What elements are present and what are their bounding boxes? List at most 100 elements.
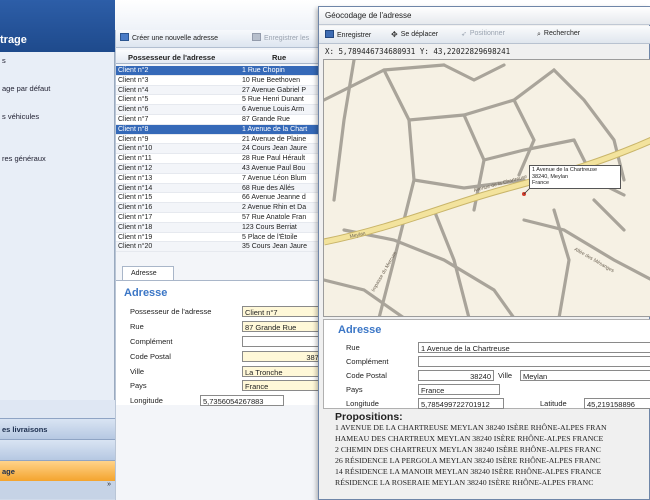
proposition-item[interactable]: 26 RÉSIDENCE LA PERGOLA MEYLAN 38240 ISÈ… <box>335 456 650 467</box>
save-location-button[interactable]: Enregistrer <box>325 30 371 39</box>
owner-cell: Client n°11 <box>118 155 152 163</box>
dialog-country-field[interactable]: France <box>418 384 500 395</box>
street-cell: 35 Cours Jean Jaure <box>242 243 307 251</box>
proposition-item[interactable]: RÉSIDENCE LA ROSERAIE MEYLAN 38240 ISÈRE… <box>335 478 650 489</box>
sidebar-nav-button[interactable]: es livraisons <box>0 418 115 439</box>
owner-field[interactable]: Client n°7 <box>242 306 326 317</box>
street-cell: 7 Avenue Léon Blum <box>242 174 307 182</box>
sidebar-item[interactable]: age par défaut <box>0 84 115 98</box>
table-row[interactable]: Client n°2 1 Rue Chopin <box>116 66 326 76</box>
table-row[interactable]: Client n°6 6 Avenue Louis Arm <box>116 105 326 115</box>
sidebar-nav-button-active[interactable]: age <box>0 460 115 481</box>
propositions-title: Propositions: <box>335 411 403 423</box>
column-header-owner[interactable]: Possesseur de l'adresse <box>128 53 215 62</box>
table-row[interactable]: Client n°9 21 Avenue de Plaine <box>116 134 326 145</box>
sidebar-splitter[interactable] <box>0 400 115 418</box>
owner-cell: Client n°17 <box>118 213 153 221</box>
street-cell: 68 Rue des Allés <box>242 184 295 192</box>
owner-cell: Client n°18 <box>118 223 153 231</box>
proposition-item[interactable]: 1 AVENUE DE LA CHARTREUSE MEYLAN 38240 I… <box>335 423 650 434</box>
table-row[interactable]: Client n°17 57 Rue Anatole Fran <box>116 212 326 223</box>
dialog-complement-field[interactable] <box>418 356 650 367</box>
owner-cell: Client n°7 <box>118 115 149 123</box>
table-row[interactable]: Client n°20 35 Cours Jean Jaure <box>116 242 326 253</box>
map-road-label: Allée des Mésanges <box>573 247 615 275</box>
owner-cell: Client n°14 <box>118 184 153 192</box>
column-header-street[interactable]: Rue <box>272 53 286 62</box>
street-label: Rue <box>130 322 144 331</box>
sidebar-title-text: trage <box>0 34 27 46</box>
coordinates-readout: X: 5,789446734680931 Y: 43,2202282969824… <box>325 47 511 56</box>
search-icon: ⌕ <box>537 31 541 38</box>
table-row[interactable]: Client n°19 5 Place de l'Étoile <box>116 232 326 243</box>
sidebar-list: s age par défaut s véhicules res générau… <box>0 56 115 168</box>
table-row[interactable]: Client n°7 87 Grande Rue <box>116 114 326 125</box>
dialog-postal-field[interactable]: 38240 <box>418 370 494 381</box>
sidebar-expand-icon[interactable]: » <box>0 481 115 499</box>
create-address-button[interactable]: Créer une nouvelle adresse <box>120 33 218 42</box>
owner-label: Possesseur de l'adresse <box>130 307 212 316</box>
tab-adresse[interactable]: Adresse <box>122 266 174 280</box>
table-row[interactable]: Client n°13 7 Avenue Léon Blum <box>116 173 326 184</box>
sidebar-bottom-panel: es livraisons age » <box>0 400 115 500</box>
street-cell: 2 Avenue Rhin et Da <box>242 204 307 212</box>
longitude-field[interactable]: 5,7356054267883 <box>200 395 284 406</box>
position-button[interactable]: ➶ Positionner <box>461 30 505 38</box>
table-row[interactable]: Client n°14 68 Rue des Allés <box>116 184 326 194</box>
sidebar-nav-button[interactable] <box>0 439 115 460</box>
sidebar-item[interactable]: s véhicules <box>0 112 115 126</box>
owner-cell: Client n°10 <box>118 145 153 153</box>
dialog-street-field[interactable]: 1 Avenue de la Chartreuse <box>418 342 650 353</box>
search-button[interactable]: ⌕ Rechercher <box>537 30 580 39</box>
table-row[interactable]: Client n°11 28 Rue Paul Hérault <box>116 154 326 164</box>
table-row[interactable]: Client n°18 123 Cours Berriat <box>116 223 326 233</box>
postal-code-field[interactable]: 3870 <box>242 351 326 362</box>
save-button[interactable]: Enregistrer les <box>252 33 309 42</box>
dialog-title-text: Géocodage de l'adresse <box>325 11 412 20</box>
owner-cell: Client n°2 <box>118 67 149 74</box>
street-cell: 5 Rue Henri Dunant <box>242 96 304 104</box>
dialog-latitude-label: Latitude <box>540 399 567 408</box>
dialog-longitude-field[interactable]: 5,785499722701912 <box>418 398 504 409</box>
owner-cell: Client n°4 <box>118 86 149 94</box>
country-field[interactable]: France <box>242 380 326 391</box>
table-row[interactable]: Client n°5 5 Rue Henri Dunant <box>116 95 326 106</box>
sidebar-item[interactable]: s <box>0 56 115 70</box>
map-road-label: Impasse du Mercure <box>371 250 399 293</box>
table-row[interactable]: Client n°4 27 Avenue Gabriel P <box>116 86 326 96</box>
dialog-latitude-field[interactable]: 45,219158896 <box>584 398 650 409</box>
street-field[interactable]: 87 Grande Rue <box>242 321 326 332</box>
address-panel: Créer une nouvelle adresse Enregistrer l… <box>115 30 326 500</box>
save-label: Enregistrer les <box>264 35 310 42</box>
dialog-city-field[interactable]: Meylan <box>520 370 650 381</box>
street-cell: 1 Avenue de la Chart <box>242 125 308 133</box>
dialog-complement-label: Complément <box>346 357 389 366</box>
address-form: Adresse Possesseur de l'adresse Client n… <box>116 280 326 406</box>
table-row[interactable]: Client n°12 43 Avenue Paul Bou <box>116 164 326 174</box>
table-row[interactable]: Client n°16 2 Avenue Rhin et Da <box>116 203 326 213</box>
sidebar-item[interactable] <box>0 140 115 154</box>
proposition-item[interactable]: HAMEAU DES CHARTREUX MEYLAN 38240 ISÈRE … <box>335 434 650 445</box>
proposition-item[interactable]: 14 RÉSIDENCE LA MANOIR MEYLAN 38240 ISÈR… <box>335 467 650 478</box>
table-row[interactable]: Client n°3 10 Rue Beethoven <box>116 75 326 86</box>
map-view[interactable]: Meylan Avenue de la Chartreuse Impasse d… <box>323 59 650 317</box>
sidebar-item[interactable] <box>0 126 115 140</box>
save-icon <box>252 33 261 41</box>
move-map-label: Se déplacer <box>400 31 439 38</box>
city-field[interactable]: La Tronche <box>242 366 326 377</box>
move-map-button[interactable]: ✥ Se déplacer <box>391 30 439 39</box>
street-cell: 66 Avenue Jeanne d <box>242 194 306 202</box>
sidebar-item[interactable] <box>0 98 115 112</box>
complement-field[interactable] <box>242 336 326 347</box>
dialog-street-label: Rue <box>346 343 360 352</box>
sidebar-item[interactable]: res généraux <box>0 154 115 168</box>
table-row[interactable]: Client n°8 1 Avenue de la Chart <box>116 124 326 135</box>
owner-cell: Client n°15 <box>118 194 153 202</box>
hand-icon: ✥ <box>391 30 398 39</box>
owner-cell: Client n°19 <box>118 233 153 241</box>
owner-cell: Client n°16 <box>118 204 153 212</box>
proposition-item[interactable]: 2 CHEMIN DES CHARTREUX MEYLAN 38240 ISÈR… <box>335 445 650 456</box>
sidebar-item[interactable] <box>0 70 115 84</box>
table-row[interactable]: Client n°10 24 Cours Jean Jaure <box>116 144 326 155</box>
table-row[interactable]: Client n°15 66 Avenue Jeanne d <box>116 193 326 204</box>
